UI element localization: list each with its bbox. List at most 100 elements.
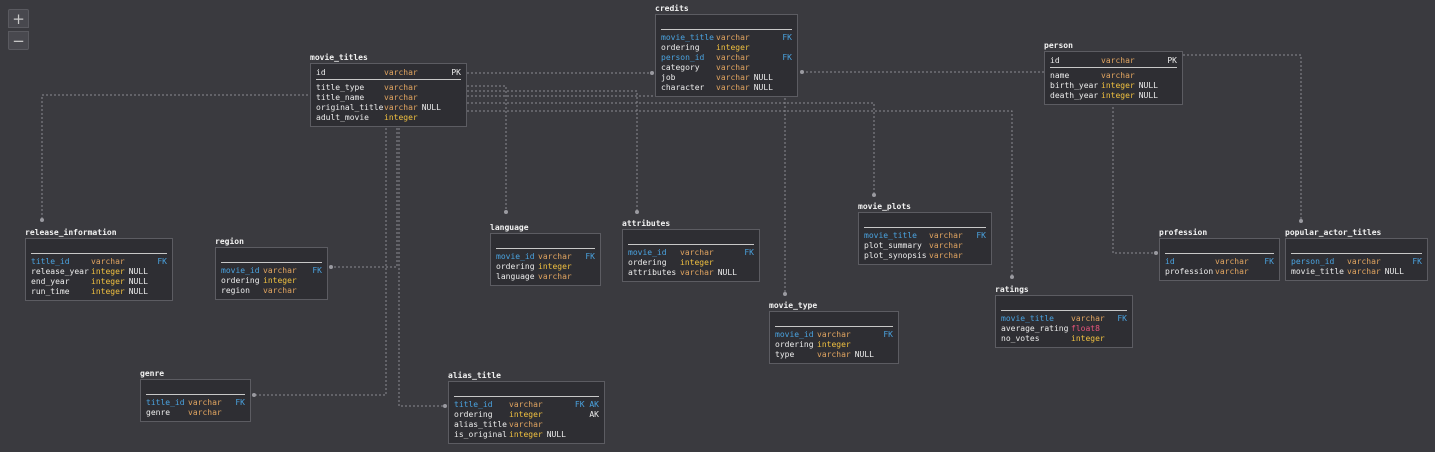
table-credits[interactable]: credits movie_title varchar FK ordering integ… xyxy=(655,4,798,97)
column-row[interactable]: attributes varchar NULL xyxy=(628,268,754,278)
column-name: is_original xyxy=(454,430,507,439)
column-row[interactable]: title_id varchar FK xyxy=(31,257,167,267)
table-popular-actor-titles[interactable]: popular_actor_titles person_id varchar FK mo… xyxy=(1285,228,1428,281)
table-attributes[interactable]: attributes movie_id varchar FK ordering integ… xyxy=(622,219,760,282)
table-movie-titles[interactable]: movie_titles id varchar PK title_type varchar… xyxy=(310,53,467,127)
column-name: person_id xyxy=(1291,257,1335,266)
column-key: FK xyxy=(782,53,792,62)
table-movie-type[interactable]: movie_type movie_id varchar FK ordering integ… xyxy=(769,301,899,364)
column-row[interactable]: original_title varchar NULL xyxy=(316,103,461,113)
column-name: ordering xyxy=(661,43,700,52)
column-row[interactable]: movie_title varchar FK xyxy=(661,33,792,43)
column-row[interactable]: movie_id varchar FK xyxy=(496,252,595,262)
column-row[interactable]: id varchar PK xyxy=(1050,56,1177,66)
column-row[interactable]: movie_title varchar NULL xyxy=(1291,267,1422,277)
zoom-out-button[interactable]: − xyxy=(8,31,29,50)
column-row[interactable]: no_votes integer xyxy=(1001,334,1127,344)
column-row[interactable]: category varchar xyxy=(661,63,792,73)
column-key: FK xyxy=(235,398,245,407)
column-row[interactable]: type varchar NULL xyxy=(775,350,893,360)
column-nullable: NULL xyxy=(546,430,566,439)
column-name: name xyxy=(1050,71,1070,80)
table-genre[interactable]: genre title_id varchar FK genre varchar xyxy=(140,369,251,422)
column-row[interactable]: title_type varchar xyxy=(316,83,461,93)
column-row[interactable]: id varchar FK xyxy=(1165,257,1274,267)
column-type: varchar xyxy=(188,408,222,417)
table-title: ratings xyxy=(995,285,1029,294)
table-release-information[interactable]: release_information title_id varchar FK rele… xyxy=(25,228,173,301)
column-row[interactable]: ordering integer AK xyxy=(454,410,599,420)
column-key: FK xyxy=(744,248,754,257)
column-type: integer xyxy=(91,277,125,286)
column-type: varchar xyxy=(680,248,714,257)
relationship-line xyxy=(1183,54,1302,220)
column-row[interactable]: character varchar NULL xyxy=(661,83,792,93)
table-region[interactable]: region movie_id varchar FK ordering integer re… xyxy=(215,237,328,300)
relationship-line xyxy=(331,128,398,268)
column-row[interactable]: plot_summary varchar xyxy=(864,241,986,251)
table-movie-plots[interactable]: movie_plots movie_title varchar FK plot_summ… xyxy=(858,202,992,265)
column-row[interactable]: id varchar PK xyxy=(316,68,461,78)
column-row[interactable]: person_id varchar FK xyxy=(661,53,792,63)
column-row[interactable]: movie_id varchar FK xyxy=(628,248,754,258)
column-name: plot_synopsis xyxy=(864,251,927,260)
column-row[interactable]: average_rating float8 xyxy=(1001,324,1127,334)
column-row[interactable]: run_time integer NULL xyxy=(31,287,167,297)
relationship-line xyxy=(467,102,875,195)
column-type: integer xyxy=(817,340,851,349)
table-profession[interactable]: profession id varchar FK profession varchar xyxy=(1159,228,1280,281)
column-row[interactable]: birth_year integer NULL xyxy=(1050,81,1177,91)
column-row[interactable]: is_original integer NULL xyxy=(454,430,599,440)
key-divider xyxy=(1165,253,1274,254)
column-row[interactable]: ordering integer xyxy=(221,276,322,286)
column-name: movie_id xyxy=(775,330,814,339)
column-row[interactable]: title_id varchar FK AK xyxy=(454,400,599,410)
column-type: varchar xyxy=(716,63,750,72)
header-spacer xyxy=(496,238,595,247)
column-row[interactable]: death_year integer NULL xyxy=(1050,91,1177,101)
column-name: plot_summary xyxy=(864,241,922,250)
column-row[interactable]: genre varchar xyxy=(146,408,245,418)
table-body: movie_id varchar FK ordering integer language… xyxy=(490,233,601,286)
column-type: varchar xyxy=(1347,267,1381,276)
table-body: movie_title varchar FK ordering integer perso… xyxy=(655,14,798,97)
column-type: varchar xyxy=(538,272,572,281)
column-key: FK xyxy=(1264,257,1274,266)
column-row[interactable]: movie_id varchar FK xyxy=(775,330,893,340)
column-row[interactable]: ordering integer xyxy=(496,262,595,272)
column-row[interactable]: movie_title varchar FK xyxy=(864,231,986,241)
column-type: varchar xyxy=(716,53,750,62)
column-name: movie_title xyxy=(1001,314,1054,323)
column-row[interactable]: movie_id varchar FK xyxy=(221,266,322,276)
table-ratings[interactable]: ratings movie_title varchar FK average_ratin… xyxy=(995,285,1133,348)
column-row[interactable]: language varchar xyxy=(496,272,595,282)
column-row[interactable]: ordering integer xyxy=(628,258,754,268)
column-row[interactable]: region varchar xyxy=(221,286,322,296)
column-row[interactable]: alias_title varchar xyxy=(454,420,599,430)
zoom-in-button[interactable]: + xyxy=(8,9,29,28)
column-row[interactable]: job varchar NULL xyxy=(661,73,792,83)
column-name: character xyxy=(661,83,705,92)
column-row[interactable]: title_name varchar xyxy=(316,93,461,103)
column-row[interactable]: movie_title varchar FK xyxy=(1001,314,1127,324)
column-row[interactable]: person_id varchar FK xyxy=(1291,257,1422,267)
column-row[interactable]: ordering integer xyxy=(775,340,893,350)
column-nullable: NULL xyxy=(1138,81,1158,90)
column-name: movie_title xyxy=(864,231,917,240)
column-row[interactable]: title_id varchar FK xyxy=(146,398,245,408)
column-row[interactable]: plot_synopsis varchar xyxy=(864,251,986,261)
table-alias-title[interactable]: alias_title title_id varchar FK AK ordering i… xyxy=(448,371,605,444)
column-row[interactable]: release_year integer NULL xyxy=(31,267,167,277)
column-row[interactable]: name varchar xyxy=(1050,71,1177,81)
diagram-canvas[interactable]: credits movie_title varchar FK ordering integ… xyxy=(0,0,1435,452)
table-language[interactable]: language movie_id varchar FK ordering integer… xyxy=(490,223,601,286)
column-row[interactable]: profession varchar xyxy=(1165,267,1274,277)
column-name: title_id xyxy=(31,257,70,266)
header-spacer xyxy=(864,217,986,226)
table-person[interactable]: person id varchar PK name varchar birth_year in… xyxy=(1044,41,1183,105)
column-row[interactable]: adult_movie integer xyxy=(316,113,461,123)
column-nullable: NULL xyxy=(717,268,737,277)
column-row[interactable]: ordering integer xyxy=(661,43,792,53)
key-divider xyxy=(661,29,792,30)
column-row[interactable]: end_year integer NULL xyxy=(31,277,167,287)
